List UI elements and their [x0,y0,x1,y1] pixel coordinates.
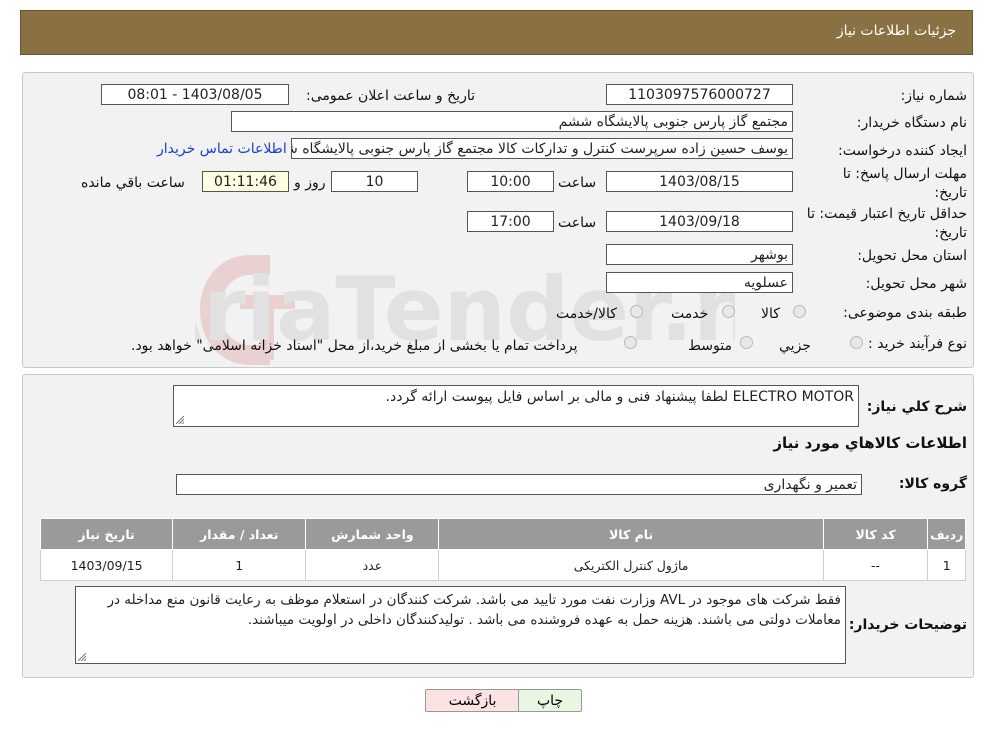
category-option-service: خدمت [671,306,709,322]
buyer-notes-label: توضیحات خریدار: [848,617,967,633]
cell-unit: عدد [305,549,440,581]
buyer-notes-text: فقط شرکت های موجود در AVL وزارت نفت مورد… [107,592,841,628]
purchase-radio-medium[interactable] [740,336,753,349]
validity-time-label: ساعت [558,215,597,231]
col-row-number: رديف [927,518,966,550]
resize-grip-icon[interactable] [78,653,86,661]
validity-label-2: تاریخ: [934,225,967,241]
city-label: شهر محل تحویل: [865,276,967,292]
table-row: 1 -- ماژول کنترل الکتریکی عدد 1 1403/09/… [39,549,966,581]
items-table: رديف کد کالا نام کالا واحد شمارش تعداد /… [39,518,966,581]
deadline-label-2: تاریخ: [934,185,967,201]
col-need-date: تاریخ نیاز [39,518,174,550]
category-option-goods-service: کالا/خدمت [556,306,617,322]
category-radio-goods[interactable] [793,305,806,318]
col-unit: واحد شمارش [305,518,440,550]
remaining-time-field[interactable]: 01:11:46 [202,171,289,192]
table-header-row: رديف کد کالا نام کالا واحد شمارش تعداد /… [39,518,966,550]
creator-label: ایجاد کننده درخواست: [838,143,967,159]
print-button[interactable]: چاپ [518,689,582,712]
province-field[interactable]: بوشهر [606,244,793,265]
treasury-checkbox[interactable] [624,336,637,349]
validity-label: حداقل تاریخ اعتبار قیمت: تا [806,206,967,222]
city-field[interactable]: عسلویه [606,272,793,293]
buyer-org-label: نام دستگاه خریدار: [856,115,967,131]
purchase-option-minor: جزيي [779,338,811,354]
back-button[interactable]: بازگشت [425,689,520,712]
cell-quantity: 1 [172,549,307,581]
deadline-date-field[interactable]: 1403/08/15 [606,171,793,192]
col-quantity: تعداد / مقدار [172,518,307,550]
validity-time-field[interactable]: 17:00 [467,211,554,232]
purchase-note: پرداخت تمام یا بخشی از مبلغ خرید،از محل … [131,338,578,354]
cell-item-name: ماژول کنترل الکتریکی [438,549,824,581]
buyer-org-field[interactable]: مجتمع گاز پارس جنوبی پالایشگاه ششم [231,111,793,132]
province-label: استان محل تحویل: [857,248,967,264]
description-label: شرح كلي نياز: [866,399,967,415]
category-option-goods: کالا [761,306,780,322]
purchase-option-medium: متوسط [688,338,732,354]
purchase-radio-minor[interactable] [850,336,863,349]
days-label: روز و [294,175,326,191]
cell-need-date: 1403/09/15 [39,549,174,581]
description-textarea[interactable]: ELECTRO MOTOR لطفا پیشنهاد فنی و مالی بر… [173,385,859,427]
goods-group-field[interactable]: تعمیر و نگهداری [176,474,862,495]
need-number-label: شماره نیاز: [900,88,968,104]
deadline-time-field[interactable]: 10:00 [467,171,554,192]
purchase-type-label: نوع فرآیند خرید : [868,336,967,352]
announce-label: تاریخ و ساعت اعلان عمومی: [306,88,475,104]
resize-grip-icon[interactable] [176,416,184,424]
category-radio-service[interactable] [722,305,735,318]
page-title: جزئیات اطلاعات نیاز [836,23,956,39]
creator-field[interactable]: یوسف حسین زاده سرپرست کنترل و تدارکات کا… [291,138,793,159]
days-remaining-field[interactable]: 10 [331,171,418,192]
cell-item-code: -- [822,549,929,581]
buyer-notes-textarea[interactable]: فقط شرکت های موجود در AVL وزارت نفت مورد… [75,586,846,664]
announce-datetime-field[interactable]: 1403/08/05 - 08:01 [101,84,289,105]
validity-date-field[interactable]: 1403/09/18 [606,211,793,232]
remaining-label: ساعت باقي مانده [81,175,185,191]
category-radio-goods-service[interactable] [630,305,643,318]
description-text: ELECTRO MOTOR لطفا پیشنهاد فنی و مالی بر… [385,389,854,405]
need-number-field[interactable]: 1103097576000727 [606,84,793,105]
contact-buyer-link[interactable]: اطلاعات تماس خریدار [157,141,287,157]
page-header: جزئیات اطلاعات نیاز [20,10,973,55]
deadline-time-label: ساعت [558,175,597,191]
items-section-title: اطلاعات كالاهاي مورد نياز [773,434,967,452]
category-label: طبقه بندی موضوعی: [843,305,967,321]
deadline-label: مهلت ارسال پاسخ: تا [842,166,967,182]
col-item-code: کد کالا [822,518,929,550]
col-item-name: نام کالا [438,518,824,550]
goods-group-label: گروه كالا: [898,476,967,492]
cell-row-number: 1 [927,549,966,581]
